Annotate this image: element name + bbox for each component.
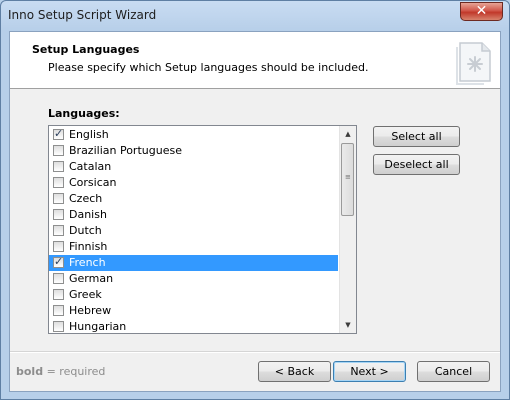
language-checkbox[interactable] (53, 193, 64, 204)
language-checkbox[interactable] (53, 321, 64, 332)
close-icon: ✕ (475, 3, 488, 19)
hint-rest: = required (43, 365, 106, 378)
language-checkbox[interactable]: ✓ (53, 255, 64, 268)
close-button[interactable]: ✕ (460, 2, 503, 21)
languages-label: Languages: (48, 107, 120, 120)
language-item[interactable]: Hungarian (49, 319, 338, 333)
language-label: Finnish (69, 240, 108, 253)
language-label: Catalan (69, 160, 112, 173)
cancel-button[interactable]: Cancel (417, 361, 490, 382)
page-subtitle: Please specify which Setup languages sho… (48, 61, 369, 74)
select-all-button[interactable]: Select all (373, 126, 460, 147)
scroll-up-arrow-icon[interactable]: ▲ (340, 126, 356, 142)
language-checkbox[interactable] (53, 209, 64, 220)
language-label: German (69, 272, 114, 285)
wizard-window: Inno Setup Script Wizard ✕ Setup Languag… (0, 0, 510, 400)
language-checkbox[interactable] (53, 225, 64, 236)
language-checkbox[interactable] (53, 305, 64, 316)
language-item[interactable]: Hebrew (49, 303, 338, 319)
language-checkbox[interactable] (53, 241, 64, 252)
languages-listbox[interactable]: ✓ English Brazilian Portuguese Catalan Corsi… (48, 125, 357, 334)
language-checkbox[interactable] (53, 145, 64, 156)
languages-list: ✓ English Brazilian Portuguese Catalan Corsi… (49, 127, 338, 333)
language-checkbox[interactable] (53, 289, 64, 300)
vertical-scrollbar[interactable]: ▲ ≡ ▼ (339, 126, 356, 333)
grip-icon: ≡ (345, 173, 351, 181)
language-item[interactable]: ✓ English (49, 127, 338, 143)
language-label: Hebrew (69, 304, 112, 317)
language-checkbox[interactable] (53, 273, 64, 284)
language-item[interactable]: Brazilian Portuguese (49, 143, 338, 159)
setup-document-icon (456, 42, 491, 85)
checkmark-icon: ✓ (54, 127, 64, 140)
language-item[interactable]: ✓ French (49, 255, 338, 271)
title-bar[interactable]: Inno Setup Script Wizard ✕ (1, 1, 509, 31)
footer-divider (10, 351, 500, 353)
language-label: Hungarian (69, 320, 127, 333)
language-item[interactable]: Czech (49, 191, 338, 207)
language-item[interactable]: Catalan (49, 159, 338, 175)
required-hint: bold = required (16, 365, 105, 378)
language-label: Corsican (69, 176, 117, 189)
language-checkbox[interactable] (53, 177, 64, 188)
language-checkbox[interactable] (53, 161, 64, 172)
language-checkbox[interactable]: ✓ (53, 127, 64, 140)
back-button[interactable]: < Back (258, 361, 331, 382)
language-item[interactable]: Corsican (49, 175, 338, 191)
language-label: Greek (69, 288, 102, 301)
language-label: Brazilian Portuguese (69, 144, 182, 157)
page-title: Setup Languages (32, 43, 140, 56)
language-item[interactable]: Danish (49, 207, 338, 223)
language-item[interactable]: Finnish (49, 239, 338, 255)
window-title: Inno Setup Script Wizard (8, 8, 157, 22)
language-label: Czech (69, 192, 103, 205)
deselect-all-button[interactable]: Deselect all (373, 154, 460, 175)
language-item[interactable]: Dutch (49, 223, 338, 239)
hint-bold-word: bold (16, 365, 44, 378)
scroll-down-arrow-icon[interactable]: ▼ (340, 317, 356, 333)
language-label: French (69, 256, 106, 269)
wizard-header: Setup Languages Please specify which Set… (10, 32, 500, 89)
language-item[interactable]: German (49, 271, 338, 287)
language-label: Danish (69, 208, 107, 221)
wizard-client-area: Setup Languages Please specify which Set… (9, 31, 501, 392)
checkmark-icon: ✓ (54, 255, 64, 268)
next-button[interactable]: Next > (333, 361, 406, 382)
language-label: English (69, 128, 109, 141)
language-label: Dutch (69, 224, 102, 237)
scrollbar-thumb[interactable]: ≡ (341, 143, 354, 216)
language-item[interactable]: Greek (49, 287, 338, 303)
